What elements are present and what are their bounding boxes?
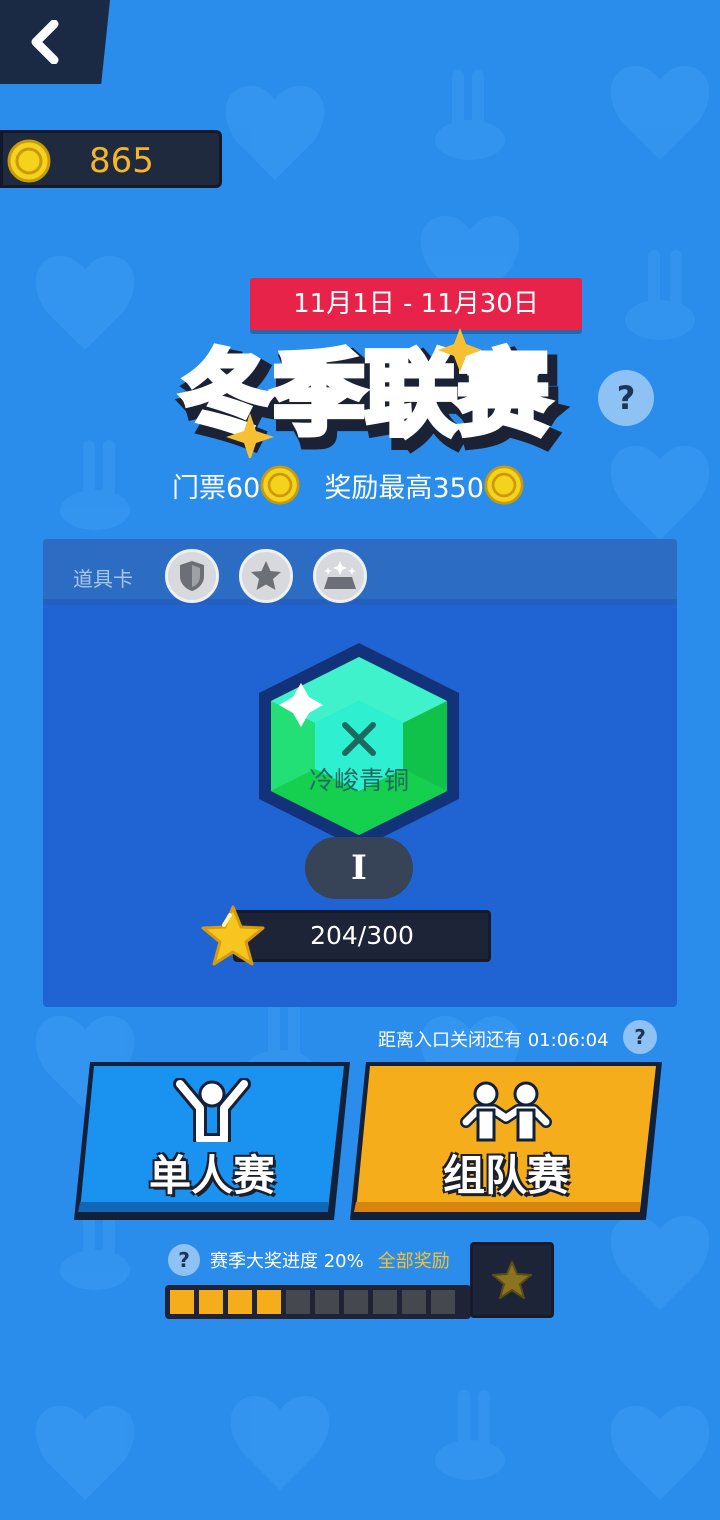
rank-level-badge: I [305,837,413,899]
season-progress-row: ? 赛季大奖进度 20% 全部奖励 [168,1242,450,1278]
coin-icon [260,465,300,505]
season-progress-segment [257,1290,281,1314]
reward-label: 奖励最高350 [324,472,484,504]
star-icon [201,905,265,966]
shield-card-button[interactable] [165,549,219,603]
star-progress-text: 204/300 [310,921,414,950]
all-rewards-link[interactable]: 全部奖励 [378,1247,450,1273]
ticket-label: 门票60 [172,472,261,504]
season-progress-segment [431,1290,455,1314]
season-progress-segment [228,1290,252,1314]
svg-text:冬季联赛: 冬季联赛 [181,341,550,448]
season-progress-segment [170,1290,194,1314]
rank-name: 冷峻青铜 [308,766,409,795]
season-progress-segment [315,1290,339,1314]
chevron-left-icon [31,20,59,64]
season-progress-track [165,1285,471,1319]
event-title: 冬季联赛 冬季联赛 [178,328,563,458]
sparkle-box-icon [324,561,356,589]
prop-cards-header: 道具卡 [43,539,677,605]
season-progress-segment [373,1290,397,1314]
season-reward-button[interactable] [470,1242,554,1318]
coin-count: 865 [89,141,154,181]
solo-player-icon [72,1078,352,1142]
season-progress-segment [286,1290,310,1314]
entry-countdown: 距离入口关闭还有 01:06:04 [378,1030,609,1051]
team-mode-button[interactable]: 组队赛 [348,1060,664,1222]
star-icon [492,1261,532,1299]
rank-badge-icon [259,643,459,849]
star-icon [251,561,281,590]
solo-mode-label: 单人赛 [148,1151,275,1200]
star-card-button[interactable] [239,549,293,603]
coin-icon [7,139,51,183]
season-progress-label: 赛季大奖进度 20% [210,1251,364,1272]
season-progress-segment [402,1290,426,1314]
ticket-info: 门票60 奖励最高350 [172,460,524,510]
countdown-help-button[interactable]: ? [623,1020,657,1054]
season-help-button[interactable]: ? [168,1244,200,1276]
event-help-button[interactable]: ? [598,370,654,426]
coin-balance: 865 [0,130,222,188]
season-progress-segment [344,1290,368,1314]
team-mode-label: 组队赛 [442,1151,569,1200]
coin-icon [484,465,524,505]
solo-mode-button[interactable]: 单人赛 [72,1060,352,1222]
shield-icon [180,561,204,591]
back-button[interactable] [0,0,110,84]
team-players-icon [348,1078,664,1142]
prop-cards-label: 道具卡 [73,567,133,591]
season-progress-segment [199,1290,223,1314]
rank-panel: 道具卡 冷峻青铜 I 204/300 [43,539,677,1007]
sparkle-card-button[interactable] [313,549,367,603]
